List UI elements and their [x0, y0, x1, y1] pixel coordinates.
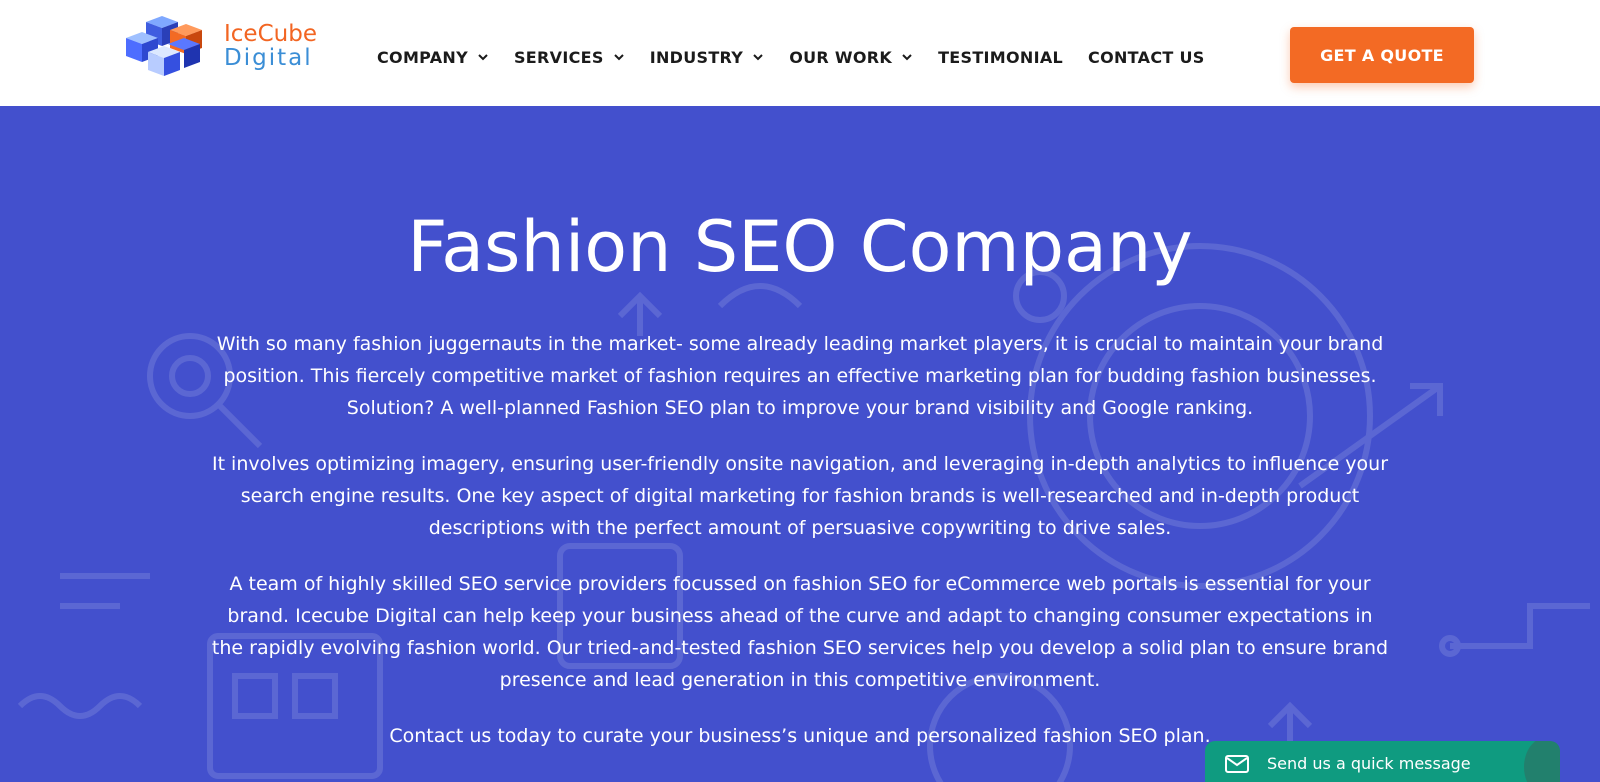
logo-wordmark: IceCube Digital [224, 22, 317, 70]
hero-section: Fashion SEO Company With so many fashion… [0, 106, 1600, 782]
nav-item-label: TESTIMONIAL [938, 47, 1064, 67]
team-paragraph: A team of highly skilled SEO service pro… [211, 573, 1389, 691]
page-title: Fashion SEO Company [407, 206, 1193, 288]
nav-item-company[interactable]: COMPANY [377, 48, 489, 67]
icecube-logo[interactable]: IceCube Digital [126, 16, 317, 84]
quick-message-label: Send us a quick message [1267, 754, 1471, 773]
nav-item-label: SERVICES [513, 47, 604, 67]
nav-item-label: INDUSTRY [649, 47, 744, 67]
chevron-down-icon [902, 54, 912, 61]
quick-message-widget[interactable]: Send us a quick message [1205, 741, 1560, 782]
intro-paragraph: With so many fashion juggernauts in the … [216, 333, 1384, 419]
logo-text-icecube: IceCube [224, 21, 317, 47]
nav-item-label: OUR WORK [789, 47, 893, 67]
get-a-quote-button[interactable]: GET A QUOTE [1290, 27, 1474, 83]
site-header: IceCube Digital COMPANY SERVICES INDUSTR… [0, 0, 1600, 106]
logo-text-digital: Digital [224, 45, 313, 71]
cube-logo-icon [126, 16, 202, 76]
nav-item-label: COMPANY [377, 47, 468, 67]
nav-item-label: CONTACT US [1088, 47, 1205, 67]
chevron-down-icon [753, 54, 763, 61]
envelope-icon [1225, 754, 1249, 773]
nav-item-our-work[interactable]: OUR WORK [789, 48, 913, 67]
nav-item-industry[interactable]: INDUSTRY [650, 48, 765, 67]
main-nav: COMPANY SERVICES INDUSTRY OUR WORK TESTI… [377, 44, 1230, 70]
chevron-down-icon [478, 54, 488, 61]
optimization-paragraph: It involves optimizing imagery, ensuring… [211, 453, 1389, 539]
nav-item-testimonial[interactable]: TESTIMONIAL [938, 48, 1063, 67]
nav-item-services[interactable]: SERVICES [514, 48, 625, 67]
nav-item-contact-us[interactable]: CONTACT US [1088, 48, 1205, 67]
widget-corner-decoration [1524, 741, 1560, 782]
chevron-down-icon [613, 54, 624, 61]
